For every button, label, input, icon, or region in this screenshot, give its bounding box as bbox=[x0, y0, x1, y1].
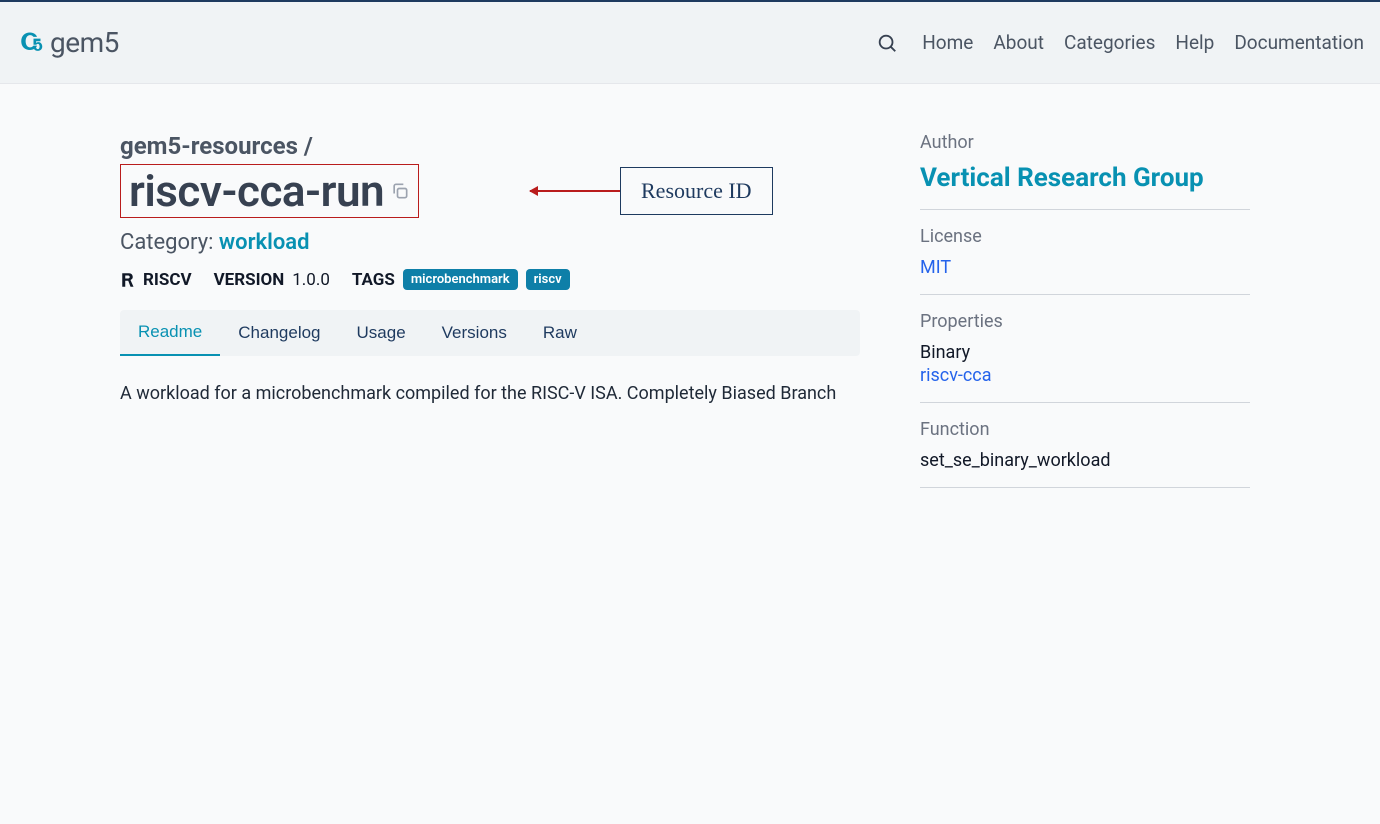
nav-help[interactable]: Help bbox=[1175, 31, 1214, 54]
category-row: Category: workload bbox=[120, 230, 860, 255]
sidebar-function: Function set_se_binary_workload bbox=[920, 419, 1250, 488]
nav: Home About Categories Help Documentation bbox=[872, 28, 1364, 58]
category-label: Category: bbox=[120, 230, 219, 255]
tab-changelog[interactable]: Changelog bbox=[220, 310, 338, 356]
tag-riscv[interactable]: riscv bbox=[526, 269, 570, 290]
tags-label: TAGS bbox=[352, 270, 395, 290]
tabs: Readme Changelog Usage Versions Raw bbox=[120, 310, 860, 356]
function-label: Function bbox=[920, 419, 1250, 440]
description: A workload for a microbenchmark compiled… bbox=[120, 380, 860, 409]
license-label: License bbox=[920, 226, 1250, 247]
nav-about[interactable]: About bbox=[993, 31, 1044, 54]
sidebar-author: Author Vertical Research Group bbox=[920, 132, 1250, 210]
tags-section: TAGS microbenchmark riscv bbox=[352, 269, 570, 290]
gem5-logo-icon bbox=[16, 29, 44, 57]
logo[interactable]: gem5 bbox=[16, 26, 119, 59]
license-link[interactable]: MIT bbox=[920, 257, 951, 278]
tab-readme[interactable]: Readme bbox=[120, 310, 220, 356]
breadcrumb: gem5-resources / bbox=[120, 132, 860, 160]
nav-home[interactable]: Home bbox=[922, 31, 973, 54]
resource-id-highlight: riscv-cca-run bbox=[120, 164, 419, 218]
search-icon bbox=[876, 32, 898, 54]
version-value: 1.0.0 bbox=[292, 270, 330, 290]
annotation-arrow: Resource ID bbox=[530, 167, 773, 215]
tab-raw[interactable]: Raw bbox=[525, 310, 595, 356]
search-button[interactable] bbox=[872, 28, 902, 58]
author-label: Author bbox=[920, 132, 1250, 153]
tab-versions[interactable]: Versions bbox=[424, 310, 525, 356]
logo-text: gem5 bbox=[50, 26, 119, 59]
nav-categories[interactable]: Categories bbox=[1064, 31, 1155, 54]
tag-microbenchmark[interactable]: microbenchmark bbox=[403, 269, 518, 290]
main-content: gem5-resources / riscv-cca-run Resource … bbox=[120, 132, 860, 504]
version-info: VERSION 1.0.0 bbox=[214, 270, 330, 290]
category-link[interactable]: workload bbox=[219, 230, 310, 255]
arch-text: RISCV bbox=[143, 270, 192, 290]
header: gem5 Home About Categories Help Document… bbox=[0, 2, 1380, 84]
version-label: VERSION bbox=[214, 270, 285, 290]
annotation-label: Resource ID bbox=[620, 167, 773, 215]
riscv-icon bbox=[120, 271, 138, 289]
sidebar-license: License MIT bbox=[920, 226, 1250, 295]
properties-label: Properties bbox=[920, 311, 1250, 332]
sidebar: Author Vertical Research Group License M… bbox=[920, 132, 1250, 504]
nav-documentation[interactable]: Documentation bbox=[1234, 31, 1364, 54]
author-value: Vertical Research Group bbox=[920, 163, 1250, 193]
function-value: set_se_binary_workload bbox=[920, 450, 1250, 471]
copy-icon[interactable] bbox=[390, 181, 410, 201]
tab-usage[interactable]: Usage bbox=[339, 310, 424, 356]
sidebar-properties: Properties Binary riscv-cca bbox=[920, 311, 1250, 403]
architecture-badge: RISCV bbox=[120, 270, 192, 290]
binary-label: Binary bbox=[920, 342, 1250, 363]
binary-link[interactable]: riscv-cca bbox=[920, 365, 992, 386]
meta-row: RISCV VERSION 1.0.0 TAGS microbenchmark … bbox=[120, 269, 860, 290]
resource-id: riscv-cca-run bbox=[129, 165, 384, 217]
